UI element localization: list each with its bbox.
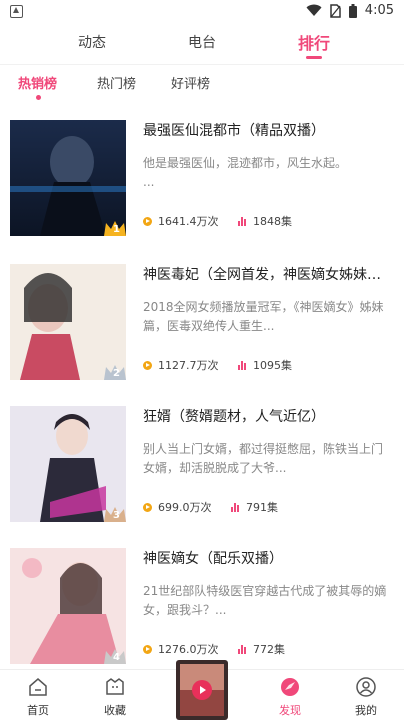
play-count: 699.0万次 [143, 499, 212, 515]
list-item[interactable]: 3 狂婿（赘婿题材，人气近亿） 别人当上门女婿，都过得挺憋屈，陈铁当上门女婿，却… [0, 406, 404, 546]
cover-art [10, 120, 126, 236]
play-count-icon [143, 644, 152, 654]
book-description: 别人当上门女婿，都过得挺憋屈，陈铁当上门女婿，却活脱脱成了大爷... [143, 442, 384, 475]
nav-discover[interactable]: 发现 [260, 670, 320, 721]
nav-favorites[interactable]: 收藏 [85, 670, 145, 721]
book-title[interactable]: 神医嫡女（配乐双播） [143, 548, 393, 568]
discover-icon [281, 678, 299, 696]
mini-player[interactable] [176, 660, 228, 720]
list-item[interactable]: 2 神医毒妃（全网首发，神医嫡女姊妹… 2018全网女频播放量冠军，《神医嫡女》… [0, 264, 404, 404]
subtab-bestselling[interactable]: 热销榜 [18, 73, 57, 92]
book-description: 他是最强医仙，混迹都市，风生水起。 ... [143, 156, 348, 189]
ranking-sub-tabs: 热销榜 热门榜 好评榜 [0, 64, 404, 104]
book-cover[interactable]: 3 [10, 406, 126, 522]
play-count-icon [143, 360, 152, 370]
nav-profile[interactable]: 我的 [336, 670, 396, 721]
book-description: 21世纪部队特级医官穿越古代成了被其辱的嫡女，跟我斗？... [143, 584, 387, 617]
notification-app-icon [10, 5, 23, 18]
play-count: 1641.4万次 [143, 213, 219, 229]
cover-art [10, 406, 126, 522]
tab-dynamics[interactable]: 动态 [78, 32, 106, 52]
book-cover[interactable]: 4 [10, 548, 126, 664]
episode-count: 1848集 [238, 213, 292, 229]
play-count-icon [143, 502, 152, 512]
profile-icon [356, 677, 376, 697]
clock: 4:05 [364, 3, 394, 18]
episode-count: 772集 [238, 641, 285, 657]
top-tab-bar: 动态 电台 排行 [0, 24, 404, 64]
no-sim-icon [330, 3, 341, 18]
system-icons: 4:05 [306, 3, 394, 18]
episodes-icon [238, 644, 247, 654]
book-title[interactable]: 最强医仙混都市（精品双播） [143, 120, 393, 140]
tab-ranking[interactable]: 排行 [298, 30, 330, 54]
book-description: 2018全网女频播放量冠军，《神医嫡女》姊妹篇，医毒双绝传人重生... [143, 300, 384, 333]
cover-art [10, 548, 126, 664]
episode-count: 1095集 [238, 357, 292, 373]
play-count: 1127.7万次 [143, 357, 219, 373]
favorite-icon [106, 678, 124, 695]
rank-number: 1 [113, 224, 120, 235]
home-icon [29, 678, 47, 696]
nav-home[interactable]: 首页 [8, 670, 68, 721]
episodes-icon [238, 360, 247, 370]
active-subtab-dot [36, 95, 41, 100]
play-count: 1276.0万次 [143, 641, 219, 657]
status-bar: 4:05 [0, 0, 404, 24]
list-item[interactable]: 1 最强医仙混都市（精品双播） 他是最强医仙，混迹都市，风生水起。 ... 16… [0, 120, 404, 260]
play-count-icon [143, 216, 152, 226]
rank-number: 3 [113, 510, 120, 521]
episodes-icon [231, 502, 240, 512]
book-cover[interactable]: 1 [10, 120, 126, 236]
book-title[interactable]: 狂婿（赘婿题材，人气近亿） [143, 406, 393, 426]
tab-radio[interactable]: 电台 [188, 32, 216, 52]
cover-art [10, 264, 126, 380]
battery-icon [348, 3, 357, 18]
book-cover[interactable]: 2 [10, 264, 126, 380]
rank-number: 4 [113, 652, 120, 663]
subtab-top-rated[interactable]: 好评榜 [171, 73, 210, 92]
episodes-icon [238, 216, 247, 226]
subtab-popular[interactable]: 热门榜 [97, 73, 136, 92]
book-title[interactable]: 神医毒妃（全网首发，神医嫡女姊妹… [143, 264, 393, 284]
rank-number: 2 [113, 368, 120, 379]
wifi-icon [306, 4, 322, 16]
episode-count: 791集 [231, 499, 278, 515]
active-tab-indicator [306, 56, 322, 59]
play-icon[interactable] [192, 680, 212, 700]
